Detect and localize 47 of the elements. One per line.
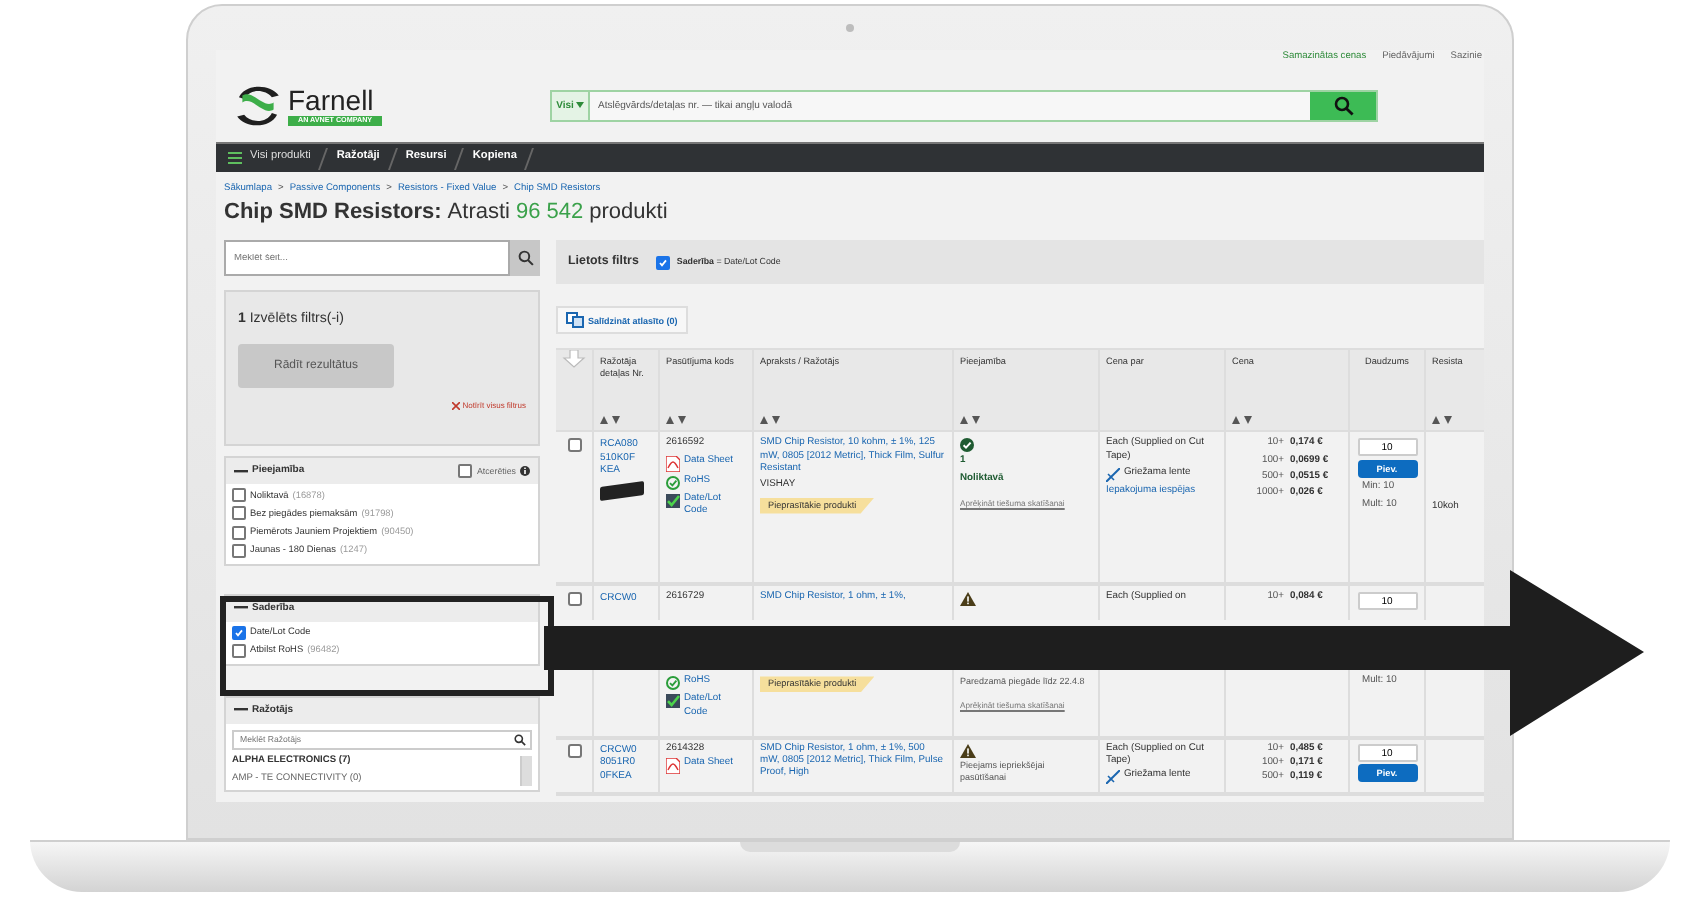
logo-wordmark: Farnell xyxy=(288,85,374,115)
checkbox[interactable] xyxy=(567,438,581,453)
pdf-icon xyxy=(666,455,680,472)
tape-icon xyxy=(1106,467,1120,482)
collapse-icon[interactable] xyxy=(234,606,248,611)
collapse-icon[interactable] xyxy=(234,469,248,474)
rohs-icon xyxy=(666,475,680,490)
checkbox[interactable] xyxy=(232,625,246,640)
checkbox[interactable] xyxy=(567,744,581,759)
rohs-icon xyxy=(666,676,680,691)
checkbox[interactable] xyxy=(232,543,246,558)
scrollbar[interactable] xyxy=(520,755,532,787)
checkbox[interactable] xyxy=(232,643,246,658)
pdf-icon xyxy=(666,758,680,775)
results-unit: produkti xyxy=(589,200,668,227)
checkmark-icon xyxy=(666,694,680,709)
tape-icon xyxy=(1106,770,1120,785)
resistor-chip-image xyxy=(600,480,644,501)
sort-icon[interactable] xyxy=(1232,416,1252,425)
in-stock-icon xyxy=(960,438,974,453)
checkbox[interactable] xyxy=(656,255,671,270)
checkbox[interactable] xyxy=(232,488,246,503)
search-icon xyxy=(514,733,526,746)
checkbox[interactable] xyxy=(232,525,246,540)
warning-icon xyxy=(960,744,976,759)
sort-icon[interactable] xyxy=(666,416,686,425)
search-icon xyxy=(517,250,533,267)
camera-icon xyxy=(846,24,854,32)
sort-icon[interactable] xyxy=(600,416,620,425)
close-icon xyxy=(452,401,461,410)
result-count: 96 542 xyxy=(515,200,584,227)
results-label: Atrasti xyxy=(447,200,510,227)
checkbox[interactable] xyxy=(567,592,581,607)
warning-icon xyxy=(960,592,976,607)
sort-icon[interactable] xyxy=(1432,416,1452,425)
checkbox[interactable] xyxy=(458,464,473,479)
checkbox[interactable] xyxy=(232,506,246,521)
menu-icon xyxy=(228,152,242,164)
info-icon xyxy=(520,466,530,477)
sort-icon[interactable] xyxy=(760,416,780,425)
page-title: Chip SMD Resistors: xyxy=(224,200,442,227)
checkmark-icon xyxy=(666,493,680,508)
sort-icon[interactable] xyxy=(960,416,980,425)
compare-icon xyxy=(566,312,584,329)
down-arrow-icon xyxy=(562,350,586,369)
collapse-icon[interactable] xyxy=(234,708,248,713)
search-button[interactable] xyxy=(510,240,540,277)
